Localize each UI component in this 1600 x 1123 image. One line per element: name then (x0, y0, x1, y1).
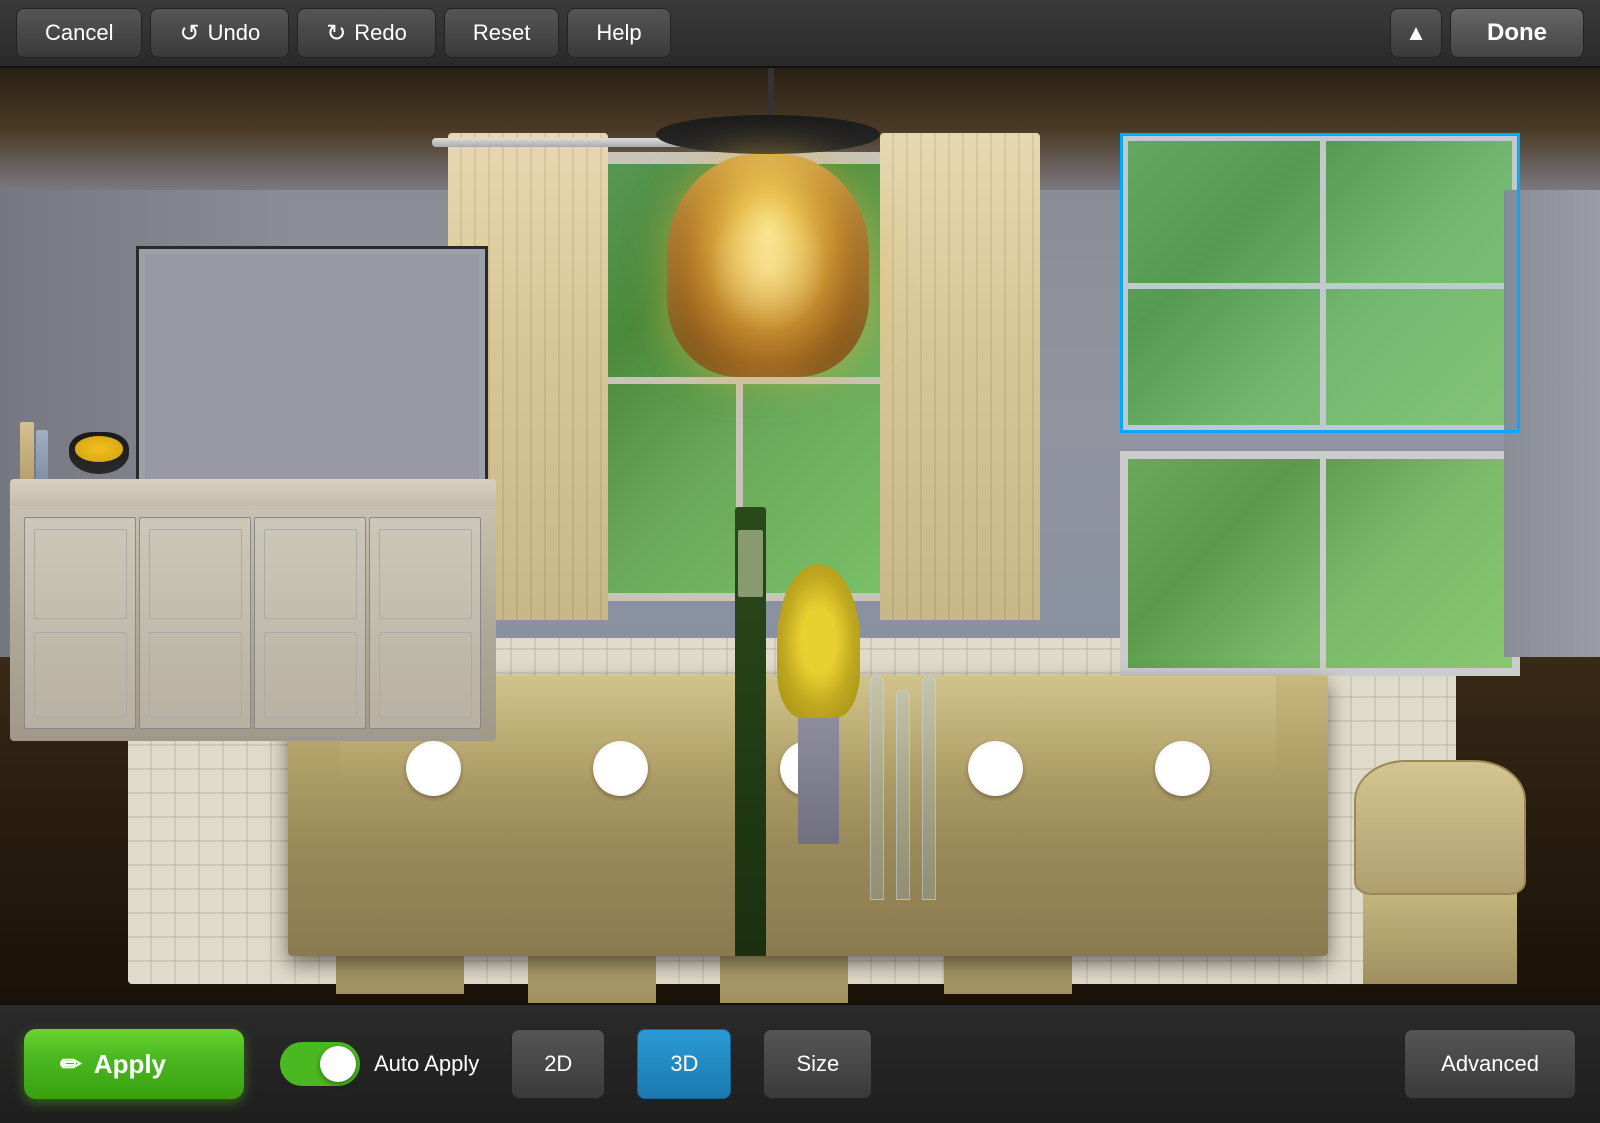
sideboard-bowl (69, 432, 129, 474)
done-label: Done (1487, 19, 1547, 46)
cabinet-door-1 (24, 517, 136, 729)
auto-apply-area: Auto Apply (280, 1042, 479, 1086)
wine-glasses (870, 620, 1130, 901)
chevron-up-button[interactable]: ▲ (1390, 8, 1442, 58)
undo-button[interactable]: ↺ Undo (150, 8, 289, 58)
mode-2d-button[interactable]: 2D (511, 1029, 605, 1099)
done-button[interactable]: Done (1450, 8, 1584, 58)
help-button[interactable]: Help (567, 8, 670, 58)
cancel-button[interactable]: Cancel (16, 8, 142, 58)
redo-icon: ↻ (326, 19, 346, 48)
scene-area[interactable] (0, 68, 1600, 1003)
wine-bottle (735, 507, 766, 956)
size-label: Size (796, 1051, 839, 1076)
auto-apply-label: Auto Apply (374, 1051, 479, 1077)
top-toolbar: Cancel ↺ Undo ↻ Redo Reset Help ▲ Done (0, 0, 1600, 68)
help-label: Help (596, 20, 641, 46)
right-window-bottom (1120, 451, 1520, 675)
curtain-right (880, 133, 1040, 619)
cabinet-door-2 (139, 517, 251, 729)
chandelier-crystals (667, 154, 869, 377)
chandelier-glow (708, 199, 829, 333)
reset-button[interactable]: Reset (444, 8, 559, 58)
flower-vase (777, 564, 860, 845)
chair-far-right (1344, 760, 1536, 984)
sideboard-doors (24, 517, 481, 729)
chandelier (656, 115, 880, 377)
redo-button[interactable]: ↻ Redo (297, 8, 436, 58)
cancel-label: Cancel (45, 20, 113, 46)
window-selection-box[interactable] (1120, 133, 1520, 432)
chandelier-outer (656, 115, 880, 154)
undo-label: Undo (208, 20, 261, 46)
toggle-thumb (320, 1046, 356, 1082)
reset-label: Reset (473, 20, 530, 46)
cabinet-door-3 (254, 517, 366, 729)
cabinet-door-4 (369, 517, 481, 729)
undo-icon: ↺ (179, 19, 199, 48)
apply-label: Apply (94, 1049, 166, 1080)
mode-3d-button[interactable]: 3D (637, 1029, 731, 1099)
advanced-label: Advanced (1441, 1051, 1539, 1076)
mode-3d-label: 3D (670, 1051, 698, 1076)
bottom-toolbar: ✏ Apply Auto Apply 2D 3D Size Advanced (0, 1003, 1600, 1123)
curtain-right-folds (880, 133, 1040, 619)
sideboard (0, 479, 496, 741)
redo-label: Redo (354, 20, 407, 46)
size-button[interactable]: Size (763, 1029, 872, 1099)
apply-pencil-icon: ✏ (60, 1049, 82, 1080)
sideboard-body (10, 506, 496, 742)
mode-2d-label: 2D (544, 1051, 572, 1076)
apply-button[interactable]: ✏ Apply (24, 1029, 244, 1099)
chevron-up-icon: ▲ (1405, 20, 1427, 46)
auto-apply-toggle[interactable] (280, 1042, 360, 1086)
advanced-button[interactable]: Advanced (1404, 1029, 1576, 1099)
right-window-bottom-mullion-v (1320, 451, 1326, 675)
